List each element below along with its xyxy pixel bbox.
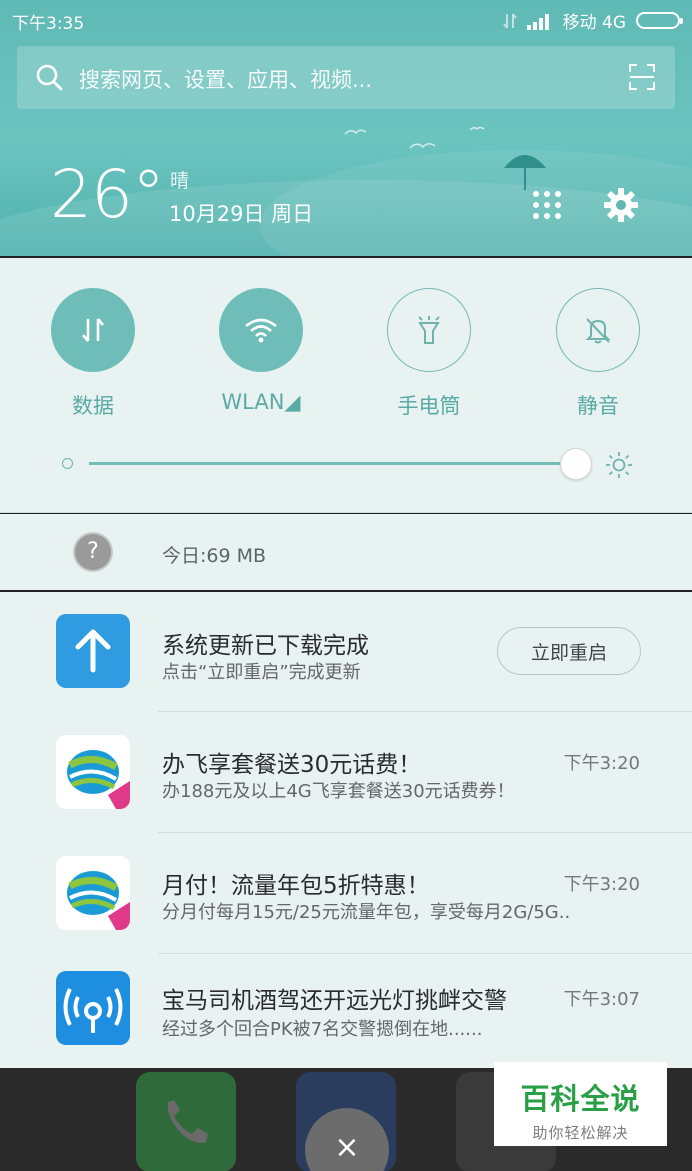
phone-app-icon[interactable] <box>136 1072 236 1171</box>
toggle-wlan[interactable]: WLAN◢ <box>191 288 331 414</box>
temperature: 26° <box>50 156 165 233</box>
notification-body: 点击“立即重启”完成更新 <box>162 662 361 683</box>
toggle-label: 数据 <box>72 394 114 418</box>
umbrella-decoration-icon <box>504 155 546 190</box>
notification-time: 下午3:20 <box>563 753 640 774</box>
divider <box>158 832 692 833</box>
brightness-low-icon <box>62 458 73 469</box>
watermark-subtitle: 助你轻松解决 <box>532 1124 629 1142</box>
notification-body: 分月付每月15元/25元流量年包，享受每月2G/5G.. <box>162 902 571 923</box>
search-placeholder: 搜索网页、设置、应用、视频... <box>79 68 373 92</box>
toggle-circle <box>556 288 640 372</box>
brightness-track[interactable] <box>89 462 574 465</box>
data-arrows-icon <box>82 318 104 342</box>
wifi-icon <box>245 318 277 343</box>
scan-icon[interactable] <box>629 64 655 90</box>
divider <box>158 953 692 954</box>
notification-item[interactable]: 办飞享套餐送30元话费！ 下午3:20 办188元及以上4G飞享套餐送30元话费… <box>0 711 692 831</box>
gear-icon[interactable] <box>603 187 639 223</box>
toggle-flashlight[interactable]: 手电筒 <box>359 288 499 420</box>
notification-time: 下午3:20 <box>563 874 640 895</box>
toggle-circle <box>387 288 471 372</box>
notification-body: 经过多个回合PK被7名交警摁倒在地...... <box>162 1019 483 1040</box>
notification-item[interactable]: 系统更新已下载完成 点击“立即重启”完成更新 立即重启 <box>0 592 692 712</box>
status-icons: 移动 4G <box>502 8 683 33</box>
help-icon: ? <box>73 532 113 572</box>
birds-decoration-icon <box>344 126 485 149</box>
carrier-label: 移动 4G <box>562 13 626 33</box>
notification-body: 办188元及以上4G飞享套餐送30元话费券！ <box>162 781 515 802</box>
toggle-label: 手电筒 <box>397 394 461 418</box>
apps-grid-icon[interactable] <box>532 190 562 220</box>
divider <box>158 711 692 712</box>
flashlight-icon <box>418 316 440 344</box>
notification-title: 月付！流量年包5折特惠！ <box>162 873 430 899</box>
quick-settings-panel: 数据 WLAN◢ 手电筒 静音 <box>0 258 692 513</box>
toggle-circle <box>219 288 303 372</box>
brightness-high-icon <box>606 452 632 478</box>
bell-mute-icon <box>585 318 611 344</box>
status-bar: 下午3:35 移动 4G <box>0 0 692 38</box>
restart-now-button[interactable]: 立即重启 <box>497 627 641 675</box>
toggle-mobile-data[interactable]: 数据 <box>23 288 163 420</box>
search-bar[interactable]: 搜索网页、设置、应用、视频... <box>17 46 675 109</box>
toggle-circle <box>51 288 135 372</box>
toggle-mute[interactable]: 静音 <box>528 288 668 420</box>
notification-title: 宝马司机酒驾还开远光灯挑衅交警 <box>162 988 507 1014</box>
toggle-label: 静音 <box>577 394 619 418</box>
notification-item[interactable]: 月付！流量年包5折特惠！ 下午3:20 分月付每月15元/25元流量年包，享受每… <box>0 832 692 952</box>
wifi-key-icon <box>56 971 130 1045</box>
notification-title: 办飞享套餐送30元话费！ <box>162 752 422 778</box>
toggle-label: WLAN◢ <box>221 390 301 414</box>
watermark-title: 百科全说 <box>520 1082 641 1116</box>
data-usage-row[interactable]: ? 今日:69 MB <box>0 514 692 590</box>
notification-title: 系统更新已下载完成 <box>162 633 369 659</box>
battery-icon <box>636 12 683 29</box>
data-usage-text: 今日:69 MB <box>162 545 267 567</box>
data-transfer-icon <box>502 12 517 29</box>
notification-time: 下午3:07 <box>563 989 640 1010</box>
watermark-logo: 百科全说 助你轻松解决 <box>494 1062 667 1146</box>
search-icon <box>36 64 63 91</box>
brightness-thumb[interactable] <box>560 448 592 480</box>
notification-shade-header: 下午3:35 移动 4G 搜索网页、设置、应用、视频... 26° 晴 10月2… <box>0 0 692 256</box>
china-mobile-icon <box>56 735 130 809</box>
notification-list: 系统更新已下载完成 点击“立即重启”完成更新 立即重启 办飞享套餐送30元话费！… <box>0 592 692 1068</box>
weather-condition: 晴 <box>170 170 190 192</box>
weather-date: 10月29日 周日 <box>169 202 314 226</box>
status-time: 下午3:35 <box>12 14 85 34</box>
system-update-icon <box>56 614 130 688</box>
signal-icon <box>526 13 549 30</box>
china-mobile-icon <box>56 856 130 930</box>
brightness-slider[interactable] <box>62 448 642 480</box>
notification-item[interactable]: 宝马司机酒驾还开远光灯挑衅交警 下午3:07 经过多个回合PK被7名交警摁倒在地… <box>0 953 692 1073</box>
